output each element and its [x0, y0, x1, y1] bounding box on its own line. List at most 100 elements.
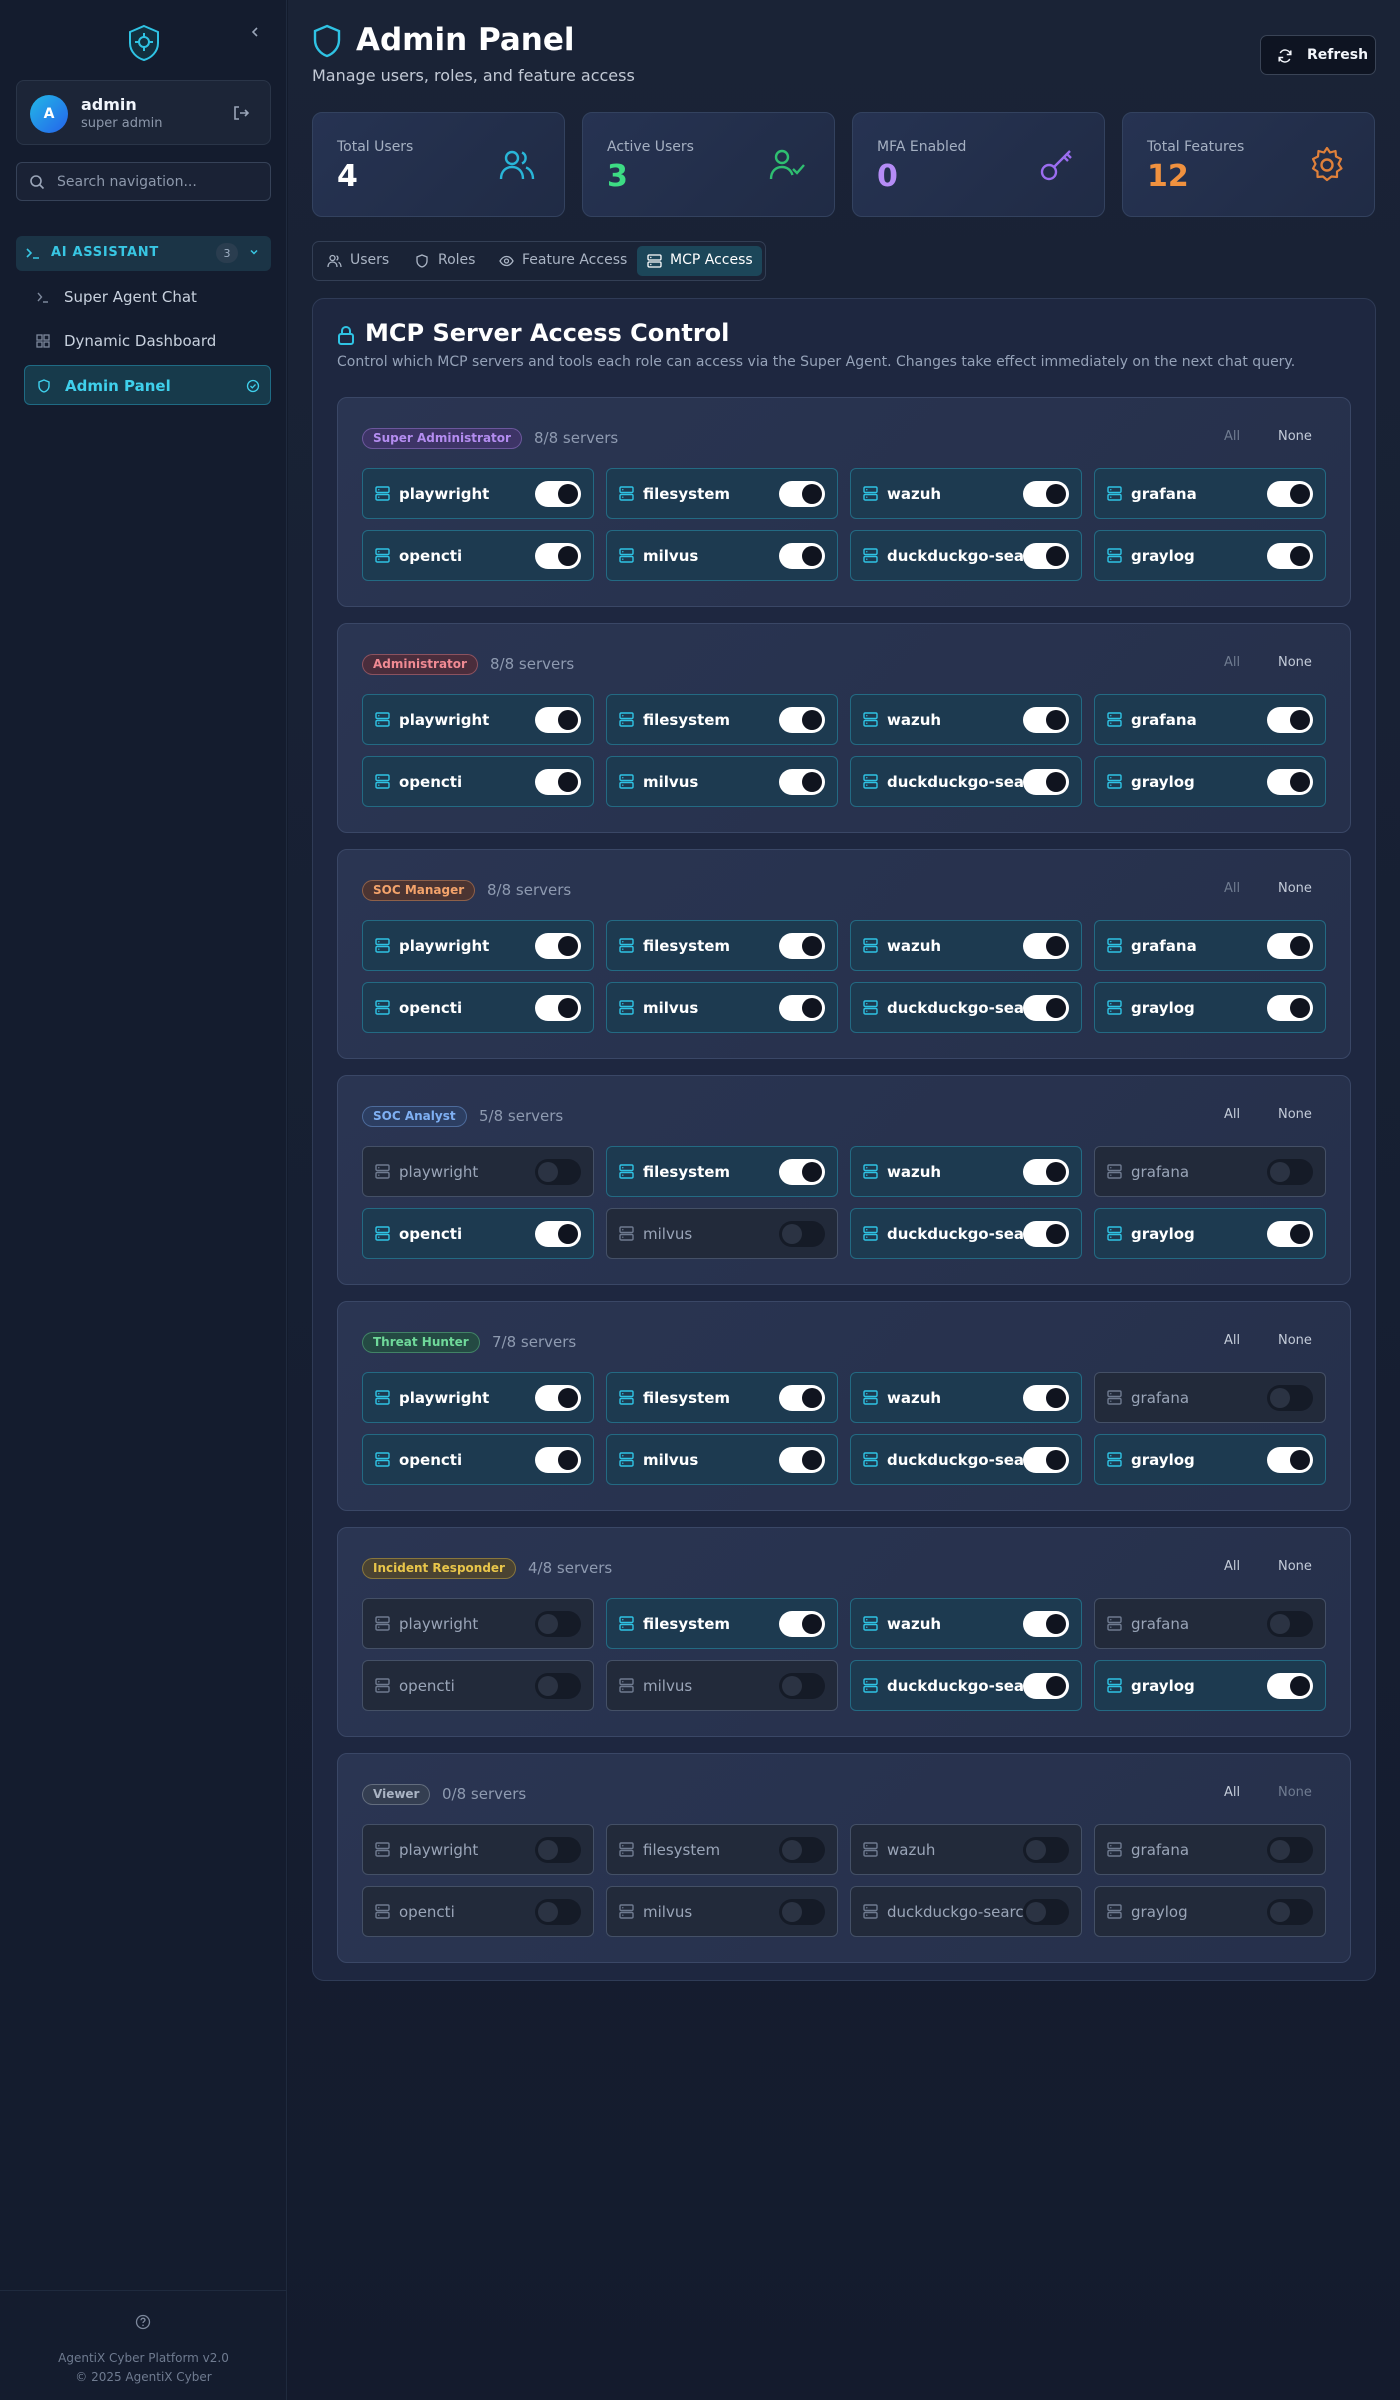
- server-toggle-opencti[interactable]: opencti: [362, 1660, 594, 1711]
- server-toggle-wazuh[interactable]: wazuh: [850, 1146, 1082, 1197]
- toggle-switch[interactable]: [535, 707, 581, 733]
- server-toggle-milvus[interactable]: milvus: [606, 1660, 838, 1711]
- server-toggle-filesystem[interactable]: filesystem: [606, 1372, 838, 1423]
- server-toggle-milvus[interactable]: milvus: [606, 1208, 838, 1259]
- server-toggle-graylog[interactable]: graylog: [1094, 982, 1326, 1033]
- toggle-switch[interactable]: [1267, 1673, 1313, 1699]
- toggle-switch[interactable]: [1023, 543, 1069, 569]
- server-toggle-wazuh[interactable]: wazuh: [850, 1372, 1082, 1423]
- server-toggle-filesystem[interactable]: filesystem: [606, 1146, 838, 1197]
- server-toggle-milvus[interactable]: milvus: [606, 982, 838, 1033]
- toggle-switch[interactable]: [535, 1221, 581, 1247]
- search-input[interactable]: [57, 163, 262, 200]
- toggle-switch[interactable]: [1267, 1899, 1313, 1925]
- server-toggle-milvus[interactable]: milvus: [606, 756, 838, 807]
- toggle-switch[interactable]: [535, 1447, 581, 1473]
- nav-group-ai-assistant[interactable]: AI ASSISTANT 3: [16, 236, 271, 271]
- server-toggle-graylog[interactable]: graylog: [1094, 1208, 1326, 1259]
- toggle-switch[interactable]: [779, 769, 825, 795]
- toggle-switch[interactable]: [535, 995, 581, 1021]
- server-toggle-graylog[interactable]: graylog: [1094, 1434, 1326, 1485]
- server-toggle-playwright[interactable]: playwright: [362, 1598, 594, 1649]
- toggle-switch[interactable]: [1267, 1611, 1313, 1637]
- server-toggle-playwright[interactable]: playwright: [362, 694, 594, 745]
- toggle-switch[interactable]: [779, 543, 825, 569]
- toggle-switch[interactable]: [779, 481, 825, 507]
- select-all-button[interactable]: All: [1224, 1785, 1240, 1800]
- select-all-button[interactable]: All: [1224, 655, 1240, 670]
- server-toggle-filesystem[interactable]: filesystem: [606, 1824, 838, 1875]
- server-toggle-playwright[interactable]: playwright: [362, 1372, 594, 1423]
- server-toggle-opencti[interactable]: opencti: [362, 982, 594, 1033]
- server-toggle-playwright[interactable]: playwright: [362, 1146, 594, 1197]
- server-toggle-duckduckgo-search[interactable]: duckduckgo-search: [850, 1660, 1082, 1711]
- server-toggle-playwright[interactable]: playwright: [362, 1824, 594, 1875]
- toggle-switch[interactable]: [779, 933, 825, 959]
- server-toggle-opencti[interactable]: opencti: [362, 530, 594, 581]
- server-toggle-wazuh[interactable]: wazuh: [850, 694, 1082, 745]
- toggle-switch[interactable]: [1267, 769, 1313, 795]
- server-toggle-opencti[interactable]: opencti: [362, 1208, 594, 1259]
- toggle-switch[interactable]: [1023, 1221, 1069, 1247]
- toggle-switch[interactable]: [1267, 1385, 1313, 1411]
- toggle-switch[interactable]: [1267, 933, 1313, 959]
- sidebar-item-super-agent-chat[interactable]: Super Agent Chat: [24, 277, 271, 317]
- server-toggle-playwright[interactable]: playwright: [362, 920, 594, 971]
- toggle-switch[interactable]: [1023, 481, 1069, 507]
- tab-roles[interactable]: Roles: [405, 246, 487, 276]
- server-toggle-duckduckgo-search[interactable]: duckduckgo-search: [850, 982, 1082, 1033]
- server-toggle-filesystem[interactable]: filesystem: [606, 468, 838, 519]
- toggle-switch[interactable]: [535, 1899, 581, 1925]
- toggle-switch[interactable]: [535, 481, 581, 507]
- toggle-switch[interactable]: [779, 1611, 825, 1637]
- toggle-switch[interactable]: [1267, 1447, 1313, 1473]
- toggle-switch[interactable]: [779, 1159, 825, 1185]
- toggle-switch[interactable]: [535, 1673, 581, 1699]
- toggle-switch[interactable]: [779, 1837, 825, 1863]
- shield-logo-icon[interactable]: [126, 23, 162, 63]
- server-toggle-graylog[interactable]: graylog: [1094, 1886, 1326, 1937]
- server-toggle-filesystem[interactable]: filesystem: [606, 694, 838, 745]
- select-all-button[interactable]: All: [1224, 1333, 1240, 1348]
- server-toggle-wazuh[interactable]: wazuh: [850, 1824, 1082, 1875]
- server-toggle-grafana[interactable]: grafana: [1094, 468, 1326, 519]
- server-toggle-filesystem[interactable]: filesystem: [606, 1598, 838, 1649]
- toggle-switch[interactable]: [779, 1385, 825, 1411]
- toggle-switch[interactable]: [1267, 1221, 1313, 1247]
- select-none-button[interactable]: None: [1278, 1559, 1312, 1574]
- refresh-button[interactable]: Refresh: [1260, 35, 1376, 75]
- server-toggle-milvus[interactable]: milvus: [606, 1434, 838, 1485]
- toggle-switch[interactable]: [535, 543, 581, 569]
- toggle-switch[interactable]: [779, 995, 825, 1021]
- server-toggle-grafana[interactable]: grafana: [1094, 920, 1326, 971]
- server-toggle-duckduckgo-search[interactable]: duckduckgo-search: [850, 530, 1082, 581]
- tab-feature-access[interactable]: Feature Access: [489, 246, 635, 276]
- server-toggle-opencti[interactable]: opencti: [362, 756, 594, 807]
- server-toggle-grafana[interactable]: grafana: [1094, 694, 1326, 745]
- toggle-switch[interactable]: [535, 1159, 581, 1185]
- select-all-button[interactable]: All: [1224, 1559, 1240, 1574]
- server-toggle-wazuh[interactable]: wazuh: [850, 468, 1082, 519]
- select-none-button[interactable]: None: [1278, 429, 1312, 444]
- toggle-switch[interactable]: [779, 1899, 825, 1925]
- server-toggle-graylog[interactable]: graylog: [1094, 1660, 1326, 1711]
- logout-button[interactable]: [231, 103, 253, 125]
- toggle-switch[interactable]: [779, 707, 825, 733]
- toggle-switch[interactable]: [1023, 1385, 1069, 1411]
- toggle-switch[interactable]: [779, 1673, 825, 1699]
- help-icon[interactable]: [135, 2314, 151, 2330]
- toggle-switch[interactable]: [1267, 543, 1313, 569]
- server-toggle-duckduckgo-search[interactable]: duckduckgo-search: [850, 756, 1082, 807]
- toggle-switch[interactable]: [535, 1611, 581, 1637]
- collapse-sidebar-button[interactable]: [243, 20, 267, 44]
- select-all-button[interactable]: All: [1224, 429, 1240, 444]
- toggle-switch[interactable]: [1023, 933, 1069, 959]
- select-all-button[interactable]: All: [1224, 1107, 1240, 1122]
- server-toggle-grafana[interactable]: grafana: [1094, 1824, 1326, 1875]
- toggle-switch[interactable]: [1023, 707, 1069, 733]
- toggle-switch[interactable]: [1023, 769, 1069, 795]
- toggle-switch[interactable]: [1267, 1159, 1313, 1185]
- server-toggle-graylog[interactable]: graylog: [1094, 530, 1326, 581]
- tab-mcp-access[interactable]: MCP Access: [637, 246, 762, 276]
- toggle-switch[interactable]: [1023, 1447, 1069, 1473]
